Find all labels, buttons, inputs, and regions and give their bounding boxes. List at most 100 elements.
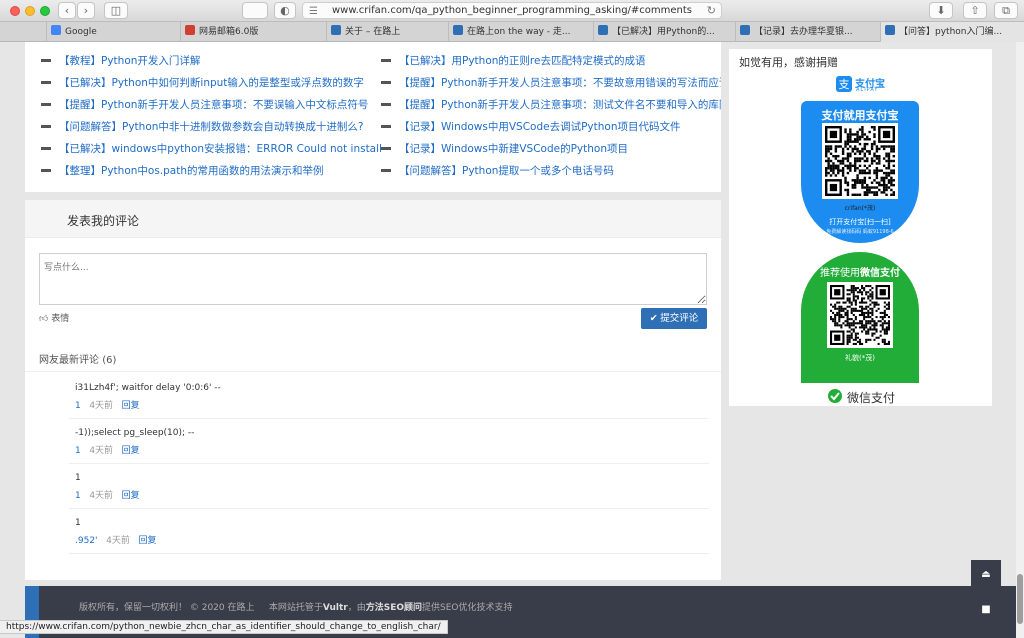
address-bar[interactable]: ☰ www.crifan.com/qa_python_beginner_prog… bbox=[302, 2, 722, 19]
downloads-icon[interactable]: ⬇ bbox=[929, 2, 953, 19]
scrollbar-thumb[interactable] bbox=[1017, 574, 1023, 624]
tab-netease-mail[interactable]: 网易邮箱6.0版 bbox=[180, 22, 320, 42]
related-link-text[interactable]: 【记录】Windows中用VSCode去调试Python项目代码文件 bbox=[399, 121, 681, 133]
tab-label: 【已解决】用Python的... bbox=[612, 27, 715, 37]
tab-solved-python[interactable]: 【已解决】用Python的... bbox=[593, 22, 733, 42]
tab-overview-icon[interactable]: ⧉ bbox=[994, 2, 1018, 19]
reply-link[interactable]: 回复 bbox=[138, 536, 156, 546]
wechat-title-bold: 微信支付 bbox=[860, 268, 900, 279]
wechat-title-prefix: 推荐使用 bbox=[820, 268, 860, 279]
site-favicon-icon bbox=[740, 25, 750, 35]
submit-comment-button[interactable]: ✔ 提交评论 bbox=[641, 308, 707, 329]
netease-favicon-icon bbox=[185, 25, 195, 35]
latest-comments-title: 网友最新评论 (6) bbox=[39, 351, 116, 366]
comment-author[interactable]: 1 bbox=[75, 446, 81, 456]
related-left-column: 【教程】Python开发入门详解 【已解决】Python中如何判断input输入… bbox=[25, 50, 382, 182]
bullet-dash-icon bbox=[41, 169, 51, 172]
alipay-logo: 支 支付宝 ALIPAY bbox=[836, 75, 886, 95]
related-link-text[interactable]: 【提醒】Python新手开发人员注意事项：不要误输入中文标点符号 bbox=[59, 99, 368, 111]
related-link-text[interactable]: 【提醒】Python新手开发人员注意事项：不要故意用错误的写法而应该 bbox=[399, 77, 721, 89]
close-window-button[interactable] bbox=[10, 6, 20, 16]
tab-qa-python-active[interactable]: 【问答】python入门编... bbox=[880, 22, 1024, 42]
related-link[interactable]: 【已解决】windows中python安装报错：ERROR Could not … bbox=[25, 138, 382, 160]
related-link-text[interactable]: 【已解决】用Python的正则re去匹配特定模式的成语 bbox=[399, 55, 645, 67]
related-link[interactable]: 【已解决】Python中如何判断input输入的是整型或浮点数的数字 bbox=[25, 72, 375, 94]
bullet-dash-icon bbox=[41, 59, 51, 62]
wechat-account-name: 礼貌(*茂) bbox=[845, 354, 875, 362]
comment-item: 1 1 4天前 回复 bbox=[69, 465, 709, 509]
related-link[interactable]: 【记录】Windows中新建VSCode的Python项目 bbox=[365, 138, 721, 160]
related-link-text[interactable]: 【提醒】Python新手开发人员注意事项：测试文件名不要和导入的库同 bbox=[399, 99, 721, 111]
sidebar-toggle-icon[interactable]: ◫ bbox=[104, 2, 128, 19]
comment-author[interactable]: .952' bbox=[75, 536, 98, 546]
comment-item: 1 .952' 4天前 回复 bbox=[69, 510, 709, 554]
related-link-text[interactable]: 【问题解答】Python提取一个或多个电话号码 bbox=[399, 165, 614, 177]
feedback-button[interactable]: ■ bbox=[971, 595, 1001, 625]
related-link-text[interactable]: 【问题解答】Python中非十进制数做参数会自动转换成十进制么? bbox=[59, 121, 363, 133]
reply-link[interactable]: 回复 bbox=[122, 446, 140, 456]
privacy-shield-icon[interactable]: ◐ bbox=[274, 2, 296, 19]
related-link-text[interactable]: 【整理】Python中os.path的常用函数的用法演示和举例 bbox=[59, 165, 324, 177]
comment-text: -1));select pg_sleep(10); -- bbox=[75, 428, 195, 438]
related-link[interactable]: 【记录】Windows中用VSCode去调试Python项目代码文件 bbox=[365, 116, 721, 138]
site-favicon-icon bbox=[453, 25, 463, 35]
svg-text:支: 支 bbox=[839, 78, 850, 91]
tab-google[interactable]: Google bbox=[46, 22, 164, 42]
comment-section: 发表我的评论 👍︎ 表情 ✔ 提交评论 网友最新评论 (6) i31Lzh4f'… bbox=[25, 200, 721, 580]
reply-link[interactable]: 回复 bbox=[122, 401, 140, 411]
google-favicon-icon bbox=[51, 25, 61, 35]
related-link-text[interactable]: 【教程】Python开发入门详解 bbox=[59, 55, 200, 67]
bullet-dash-icon bbox=[381, 103, 391, 106]
footer-seo-link[interactable]: 方法SEO顾问 bbox=[366, 603, 422, 613]
tab-bar: Google 网易邮箱6.0版 关于 – 在路上 在路上on the way -… bbox=[0, 22, 1024, 42]
forward-button[interactable]: › bbox=[77, 2, 95, 19]
emoji-button[interactable]: 👍︎ 表情 bbox=[39, 311, 69, 324]
related-link[interactable]: 【提醒】Python新手开发人员注意事项：不要故意用错误的写法而应该 bbox=[365, 72, 721, 94]
qr-code-icon bbox=[825, 126, 895, 196]
related-link[interactable]: 【问题解答】Python中非十进制数做参数会自动转换成十进制么? bbox=[25, 116, 375, 138]
related-link[interactable]: 【提醒】Python新手开发人员注意事项：测试文件名不要和导入的库同 bbox=[365, 94, 721, 116]
related-link[interactable]: 【整理】Python中os.path的常用函数的用法演示和举例 bbox=[25, 160, 375, 182]
tab-label: 网易邮箱6.0版 bbox=[199, 27, 259, 37]
blank-toolbar-button[interactable] bbox=[242, 2, 268, 19]
reply-link[interactable]: 回复 bbox=[122, 491, 140, 501]
tab-label: Google bbox=[65, 27, 97, 37]
tab-record-bank[interactable]: 【记录】去办理华夏银... bbox=[735, 22, 877, 42]
site-favicon-icon bbox=[331, 25, 341, 35]
comment-meta: .952' 4天前 回复 bbox=[75, 533, 156, 546]
related-link-text[interactable]: 【记录】Windows中新建VSCode的Python项目 bbox=[399, 143, 628, 155]
comment-author[interactable]: 1 bbox=[75, 401, 81, 411]
zoom-window-button[interactable] bbox=[40, 6, 50, 16]
comment-time: 4天前 bbox=[89, 491, 114, 501]
site-favicon-icon bbox=[598, 25, 608, 35]
related-link[interactable]: 【已解决】用Python的正则re去匹配特定模式的成语 bbox=[365, 50, 721, 72]
back-button[interactable]: ‹ bbox=[58, 2, 76, 19]
wechat-card-title: 推荐使用微信支付 bbox=[801, 264, 919, 279]
footer-hosting-prefix: 本网站托管于 bbox=[268, 603, 323, 613]
browser-toolbar: ‹ › ◫ ◐ ☰ www.crifan.com/qa_python_begin… bbox=[0, 0, 1024, 22]
related-link[interactable]: 【问题解答】Python提取一个或多个电话号码 bbox=[365, 160, 721, 182]
related-right-column: 【已解决】用Python的正则re去匹配特定模式的成语 【提醒】Python新手… bbox=[365, 50, 721, 182]
comment-time: 4天前 bbox=[89, 446, 114, 456]
tab-on-the-way[interactable]: 在路上on the way - 走... bbox=[448, 22, 593, 42]
comment-author[interactable]: 1 bbox=[75, 491, 81, 501]
url-text: www.crifan.com/qa_python_beginner_progra… bbox=[331, 5, 693, 16]
minimize-window-button[interactable] bbox=[25, 6, 35, 16]
alipay-logo-sub: ALIPAY bbox=[856, 87, 879, 93]
related-link-text[interactable]: 【已解决】windows中python安装报错：ERROR Could not … bbox=[59, 143, 382, 155]
page-scrollbar[interactable] bbox=[1016, 42, 1024, 638]
bullet-dash-icon bbox=[381, 59, 391, 62]
footer-suffix: 提供SEO优化技术支持 bbox=[422, 603, 513, 613]
reload-icon[interactable]: ↻ bbox=[707, 3, 716, 19]
latest-comments-label: 网友最新评论 bbox=[39, 355, 99, 366]
share-icon[interactable]: ⇧ bbox=[963, 2, 987, 19]
footer-host-link[interactable]: Vultr bbox=[323, 603, 348, 613]
scroll-to-top-button[interactable]: ⏏ bbox=[971, 560, 1001, 590]
emoji-label: 表情 bbox=[51, 314, 70, 324]
related-link[interactable]: 【教程】Python开发入门详解 bbox=[25, 50, 375, 72]
wechat-qr-card: 推荐使用微信支付 礼貌(*茂) bbox=[801, 252, 919, 383]
related-link[interactable]: 【提醒】Python新手开发人员注意事项：不要误输入中文标点符号 bbox=[25, 94, 375, 116]
tab-about[interactable]: 关于 – 在路上 bbox=[326, 22, 456, 42]
related-link-text[interactable]: 【已解决】Python中如何判断input输入的是整型或浮点数的数字 bbox=[59, 77, 364, 89]
comment-textarea[interactable] bbox=[39, 253, 707, 305]
